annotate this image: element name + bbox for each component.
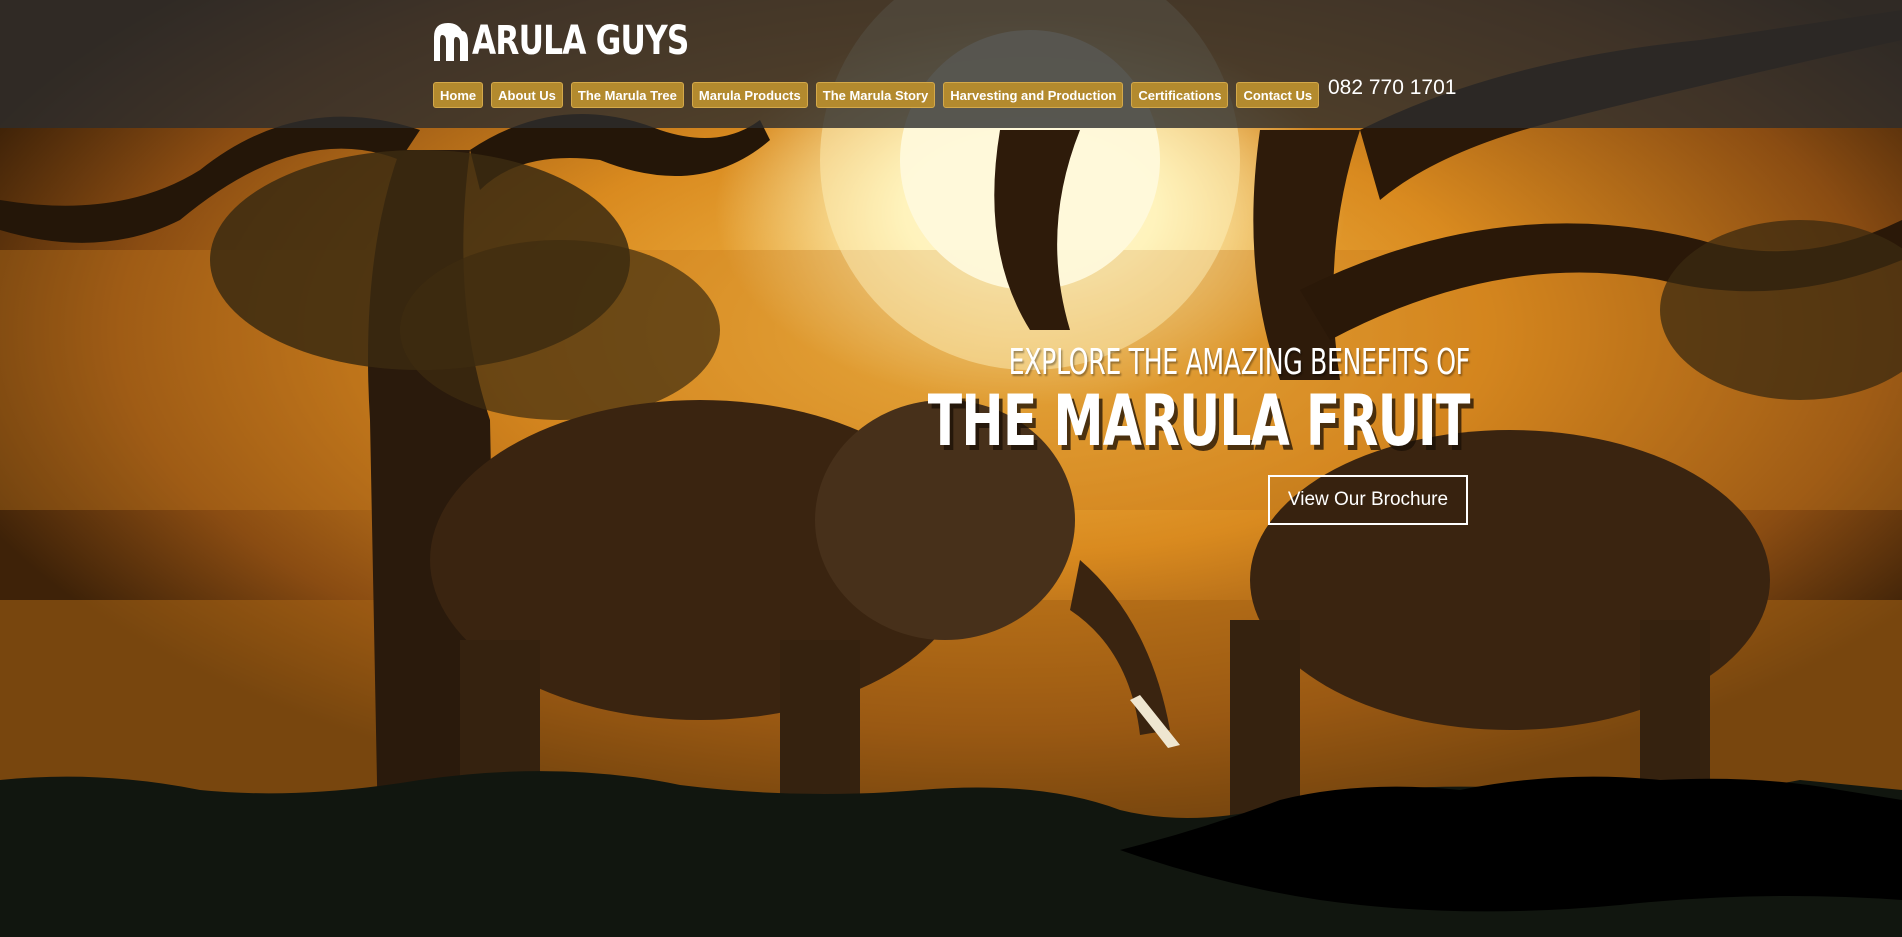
hero-tagline: EXPLORE THE AMAZING BENEFITS OF: [1008, 342, 1471, 383]
main-nav: Home About Us The Marula Tree Marula Pro…: [433, 82, 1320, 108]
nav-item-contact-us[interactable]: Contact Us: [1236, 82, 1320, 108]
site-logo[interactable]: ARULA GUYS: [432, 18, 750, 64]
view-brochure-button[interactable]: View Our Brochure: [1268, 475, 1468, 525]
brand-name: ARULA GUYS: [472, 18, 689, 64]
hero-headline: THE MARULA FRUIT: [928, 380, 1471, 462]
nav-item-marula-products[interactable]: Marula Products: [691, 82, 808, 108]
nav-item-home[interactable]: Home: [433, 82, 484, 108]
nav-item-about-us[interactable]: About Us: [491, 82, 563, 108]
phone-number[interactable]: 082 770 1701: [1328, 76, 1456, 100]
hero-background-image: [0, 0, 1902, 937]
hero-section: [0, 0, 1902, 937]
nav-item-marula-story[interactable]: The Marula Story: [815, 82, 936, 108]
nav-item-harvesting[interactable]: Harvesting and Production: [943, 82, 1124, 108]
nav-item-certifications[interactable]: Certifications: [1131, 82, 1229, 108]
nav-item-marula-tree[interactable]: The Marula Tree: [570, 82, 684, 108]
elephant-logo-icon: [434, 23, 468, 61]
site-header: ARULA GUYS Home About Us The Marula Tree…: [0, 0, 1902, 128]
